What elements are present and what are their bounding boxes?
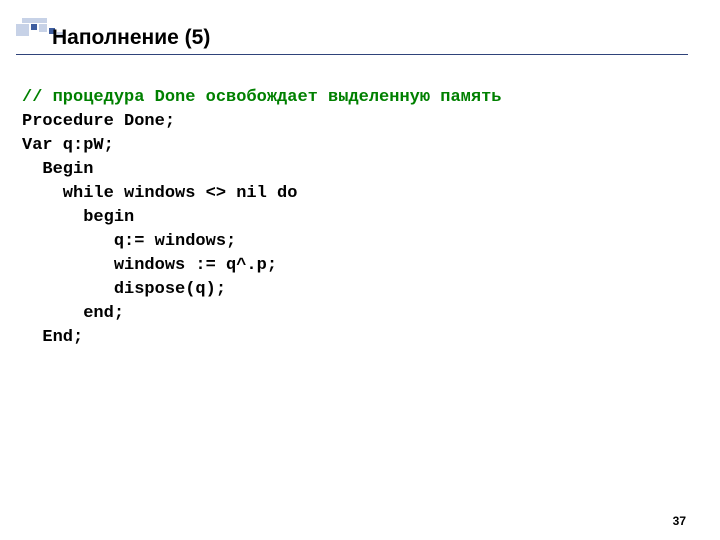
code-line: Var q:pW; bbox=[22, 136, 114, 155]
code-line: dispose(q); bbox=[22, 280, 226, 299]
code-line: q:= windows; bbox=[22, 232, 236, 251]
code-line: Begin bbox=[22, 160, 93, 179]
code-line: begin bbox=[22, 208, 134, 227]
code-block: // процедура Done освобождает выделенную… bbox=[22, 62, 501, 350]
code-line: while windows <> nil do bbox=[22, 184, 297, 203]
slide-title: Наполнение (5) bbox=[52, 26, 210, 50]
code-line: windows := q^.p; bbox=[22, 256, 277, 275]
code-comment: // процедура Done освобождает выделенную… bbox=[22, 88, 501, 107]
code-line: end; bbox=[22, 304, 124, 323]
page-number: 37 bbox=[673, 514, 686, 528]
code-line: End; bbox=[22, 328, 83, 347]
code-line: Procedure Done; bbox=[22, 112, 175, 131]
title-underline bbox=[16, 54, 688, 55]
